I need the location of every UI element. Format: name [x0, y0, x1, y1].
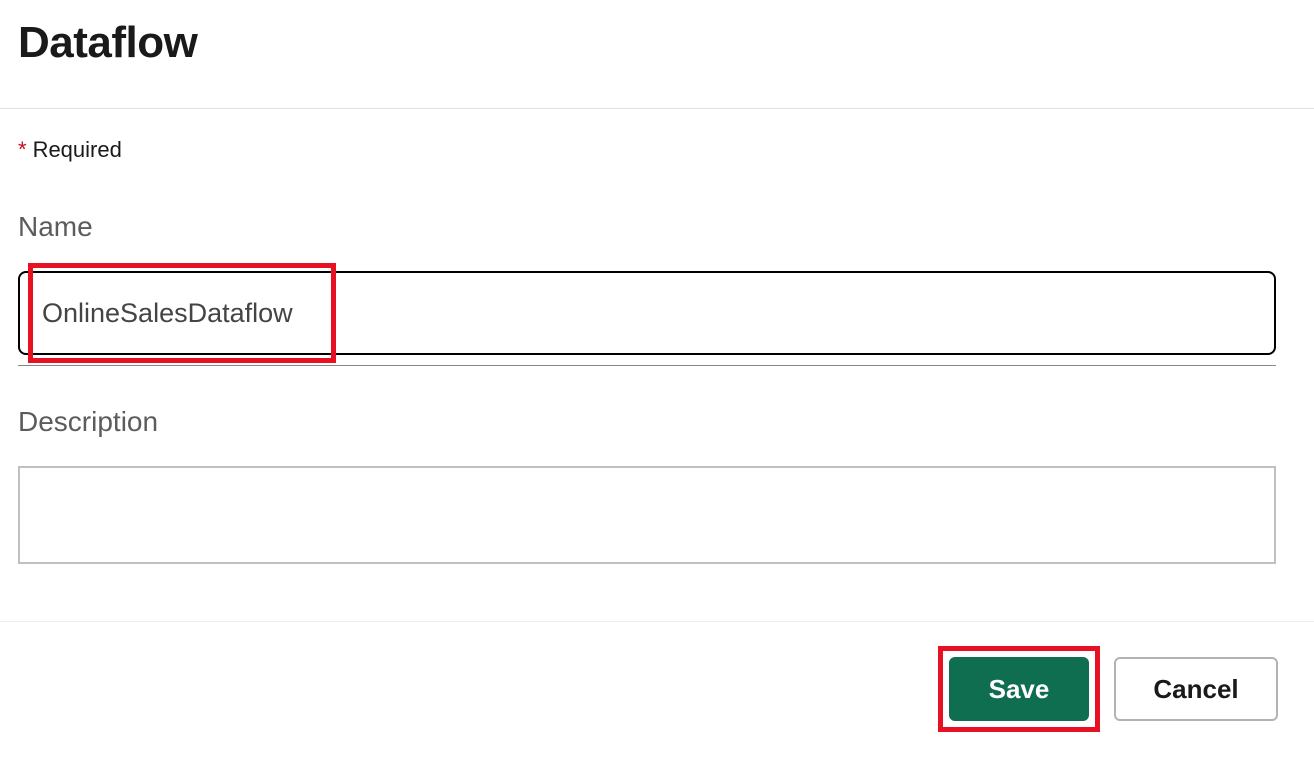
description-field-label: Description	[18, 406, 1296, 438]
dialog-button-row: Save Cancel	[0, 622, 1314, 732]
required-indicator: *Required	[18, 137, 1296, 163]
name-field-label: Name	[18, 211, 1296, 243]
required-label-text: Required	[33, 137, 122, 162]
dialog-header: Dataflow	[0, 0, 1314, 108]
name-input-container	[18, 271, 1296, 355]
form-area: *Required Name Description	[0, 109, 1314, 587]
save-button[interactable]: Save	[949, 657, 1089, 721]
page-title: Dataflow	[18, 18, 1296, 68]
name-input[interactable]	[18, 271, 1276, 355]
required-asterisk-icon: *	[18, 137, 27, 162]
name-field-underline	[18, 365, 1276, 366]
cancel-button[interactable]: Cancel	[1114, 657, 1278, 721]
dataflow-dialog: Dataflow *Required Name Description Save…	[0, 0, 1314, 732]
description-input[interactable]	[18, 466, 1276, 564]
save-button-highlight: Save	[938, 646, 1100, 732]
